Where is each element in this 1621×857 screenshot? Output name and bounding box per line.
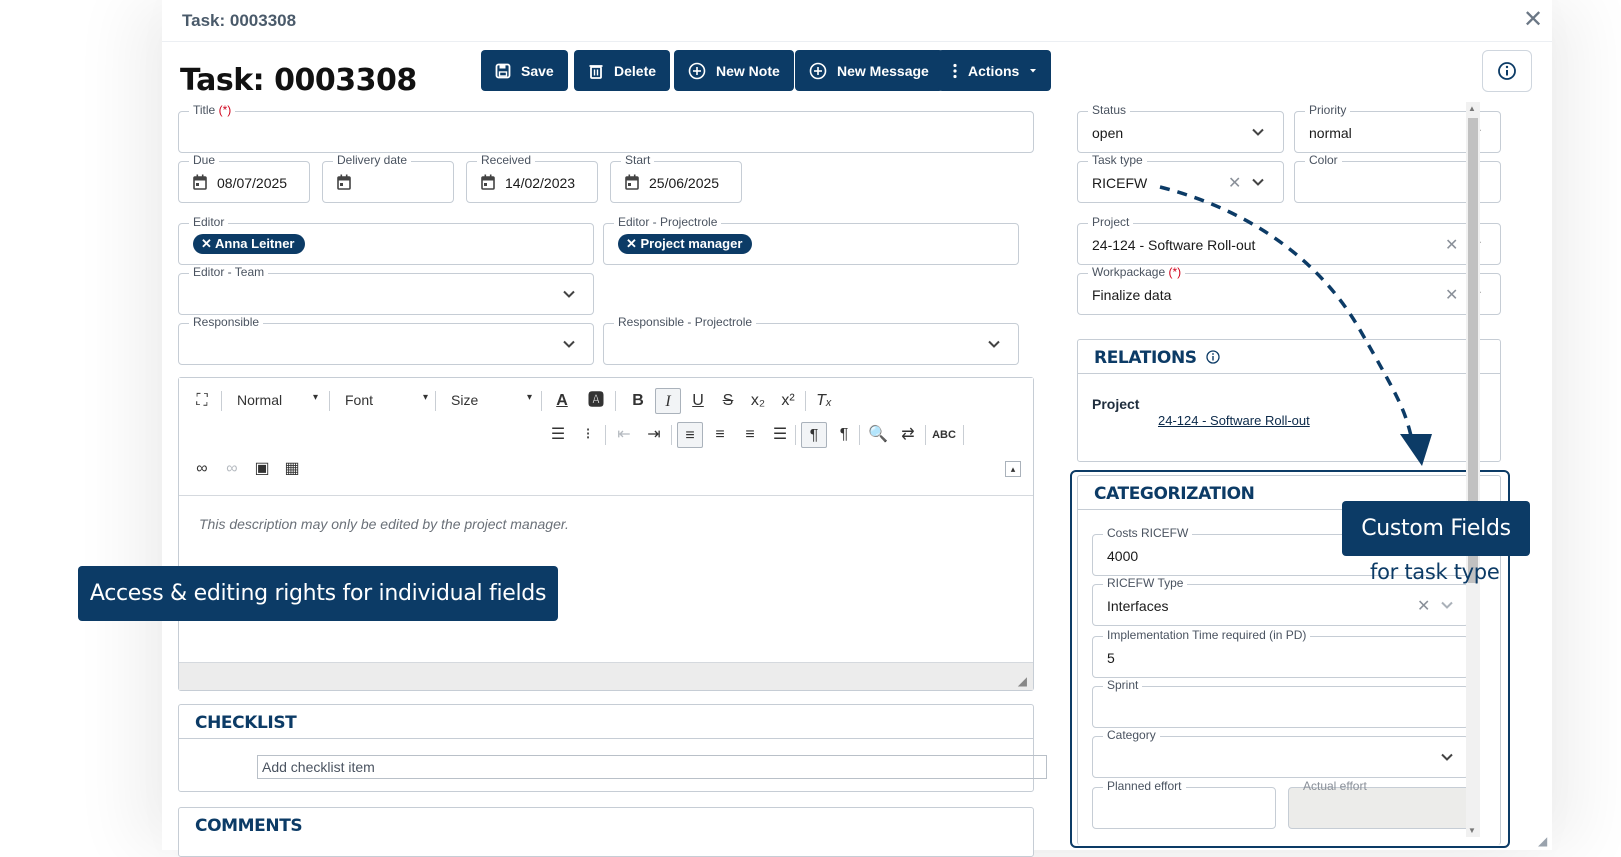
custom-fields-subtitle: for task type (1370, 560, 1500, 584)
custom-fields-callout: Custom Fields (1342, 501, 1530, 556)
access-rights-callout: Access & editing rights for individual f… (78, 566, 558, 621)
annotation-arrow (1159, 185, 1432, 466)
